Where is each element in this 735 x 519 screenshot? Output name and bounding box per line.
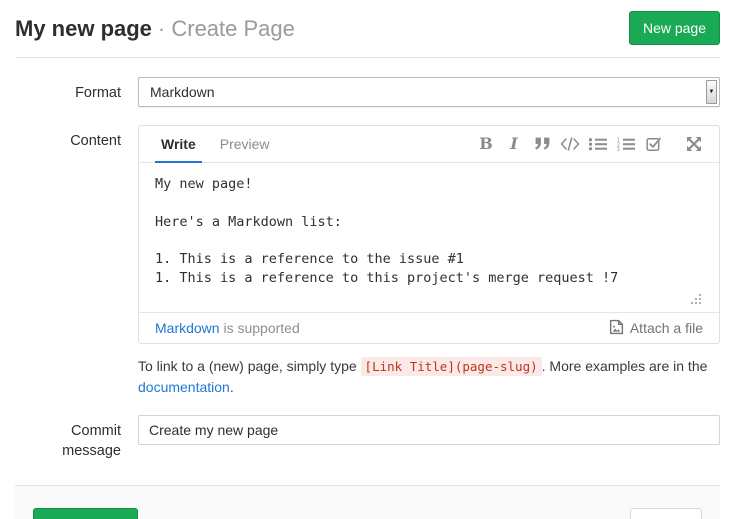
create-page-button[interactable]: Create page (33, 508, 138, 519)
bullet-list-button[interactable] (589, 135, 607, 153)
svg-text:3: 3 (617, 147, 620, 151)
new-page-button[interactable]: New page (629, 11, 720, 45)
editor-footer: Markdown is supported Attach a file (139, 312, 719, 343)
task-list-icon (646, 136, 663, 152)
italic-icon: I (510, 136, 517, 152)
hint-middle: . More examples are in the (542, 358, 708, 374)
fullscreen-button[interactable] (685, 135, 703, 153)
editor-write-area: My new page! Here's a Markdown list: 1. … (139, 163, 719, 312)
code-icon (560, 137, 580, 151)
format-row: Format Markdown ▼ (15, 77, 720, 107)
attach-image-icon (609, 319, 630, 338)
supported-text: is supported (220, 320, 300, 336)
markdown-supported-note: Markdown is supported (155, 320, 300, 336)
content-label: Content (15, 125, 138, 397)
quote-icon (534, 137, 551, 151)
markdown-help-link[interactable]: Markdown (155, 320, 220, 336)
italic-button[interactable]: I (505, 135, 523, 153)
page-subtitle: · Create Page (158, 16, 295, 41)
code-button[interactable] (561, 135, 579, 153)
attach-file-button[interactable]: Attach a file (609, 319, 703, 338)
commit-row: Commit message (15, 415, 720, 461)
hint-prefix: To link to a (new) page, simply type (138, 358, 361, 374)
format-label: Format (15, 77, 138, 107)
editor-tabs: Write Preview (155, 126, 288, 162)
bullet-list-icon (589, 137, 607, 151)
editor-textarea[interactable]: My new page! Here's a Markdown list: 1. … (139, 163, 719, 312)
resize-handle[interactable] (689, 292, 702, 310)
page-container: My new page· Create Page New page Format… (0, 0, 735, 519)
page-title: My new page· Create Page (15, 12, 295, 45)
editor-header: Write Preview B I (139, 126, 719, 163)
commit-message-label: Commit message (15, 415, 138, 461)
hint-code-sample: [Link Title](page-slug) (361, 357, 542, 376)
format-select[interactable]: Markdown ▼ (138, 77, 720, 107)
bold-button[interactable]: B (477, 135, 495, 153)
tab-write[interactable]: Write (155, 126, 202, 163)
editor-toolbar: B I (467, 126, 703, 162)
content-row: Content Write Preview B I (15, 125, 720, 397)
format-select-value: Markdown (150, 84, 215, 100)
bold-icon: B (479, 136, 493, 152)
commit-message-input[interactable] (138, 415, 720, 445)
numbered-list-button[interactable]: 1 2 3 (617, 135, 635, 153)
attach-file-label: Attach a file (630, 320, 703, 336)
tab-preview[interactable]: Preview (214, 126, 276, 162)
hint-suffix: . (230, 379, 234, 395)
wiki-link-hint: To link to a (new) page, simply type [Li… (138, 356, 720, 397)
numbered-list-icon: 1 2 3 (617, 137, 635, 151)
page-title-text: My new page (15, 16, 152, 41)
page-header: My new page· Create Page New page (15, 0, 720, 58)
documentation-link[interactable]: documentation (138, 379, 230, 395)
fullscreen-icon (686, 136, 702, 152)
markdown-editor: Write Preview B I (138, 125, 720, 344)
form-actions: Create page Cancel (15, 485, 720, 519)
quote-button[interactable] (533, 135, 551, 153)
cancel-button[interactable]: Cancel (630, 508, 702, 519)
dropdown-arrow-icon: ▼ (706, 80, 717, 104)
task-list-button[interactable] (645, 135, 663, 153)
